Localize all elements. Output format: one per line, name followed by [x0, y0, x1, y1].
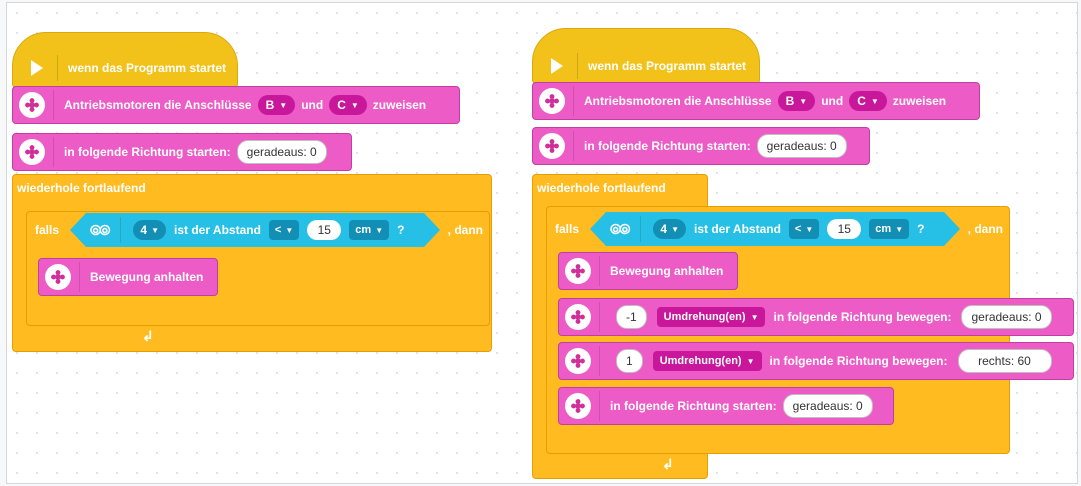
start-moving-label: in folgende Richtung starten: [610, 399, 777, 413]
distance-value-input[interactable]: 15 [827, 219, 861, 239]
rotation-amount-input[interactable]: 1 [616, 349, 643, 373]
rotation-unit-dropdown[interactable]: Umdrehung(en) ▼ [652, 351, 762, 371]
port-dropdown-2[interactable]: C ▼ [849, 91, 887, 111]
port-dropdown-2[interactable]: C ▼ [329, 95, 367, 115]
forever-loop-label: wiederhole fortlaufend [537, 181, 666, 195]
condition-label: ist der Abstand [174, 223, 261, 237]
operator-dropdown[interactable]: < ▼ [789, 219, 819, 239]
move-label: in folgende Richtung bewegen: [773, 310, 952, 324]
sensor-port-dropdown[interactable]: 4 ▼ [653, 219, 686, 239]
unit-dropdown[interactable]: cm ▼ [869, 219, 909, 239]
program-1: wiederhole fortlaufend falls , dann ⦾⦾ 4… [0, 0, 540, 486]
if-then-label: , dann [967, 222, 1003, 236]
start-label: wenn das Programm startet [588, 59, 747, 73]
motor-icon [45, 264, 71, 290]
assign-end-label: zuweisen [892, 94, 947, 108]
operator-dropdown[interactable]: < ▼ [269, 220, 299, 240]
start-moving-block[interactable]: in folgende Richtung starten: geradeaus:… [12, 133, 352, 171]
assign-motors-block[interactable]: Antriebsmotoren die Anschlüsse B ▼ und C ▼… [532, 82, 980, 120]
direction-input[interactable]: geradeaus: 0 [961, 305, 1052, 329]
stop-label: Bewegung anhalten [610, 264, 724, 278]
assign-label: Antriebsmotoren die Anschlüsse [64, 98, 252, 112]
motor-icon [565, 393, 591, 419]
unit-dropdown[interactable]: cm ▼ [349, 220, 389, 240]
stop-moving-block[interactable]: Bewegung anhalten [558, 252, 738, 290]
question-mark: ? [917, 222, 925, 236]
play-icon [31, 60, 43, 76]
direction-input[interactable]: geradeaus: 0 [756, 134, 847, 158]
when-program-starts-block[interactable]: wenn das Programm startet [12, 32, 238, 88]
when-program-starts-block[interactable]: wenn das Programm startet [532, 28, 760, 84]
chevron-down-icon: ▼ [671, 224, 680, 234]
distance-condition[interactable]: ⦾⦾ 4 ▼ ist der Abstand < ▼ 15 cm ▼ ? [70, 213, 440, 247]
if-then-label: , dann [447, 223, 483, 237]
motor-icon [19, 139, 45, 165]
chevron-down-icon: ▼ [151, 225, 160, 235]
start-moving-block[interactable]: in folgende Richtung starten: geradeaus:… [532, 127, 870, 165]
chevron-down-icon: ▼ [805, 224, 814, 234]
motor-icon [565, 258, 591, 284]
chevron-down-icon: ▼ [375, 225, 384, 235]
start-moving-label: in folgende Richtung starten: [584, 139, 751, 153]
motor-icon [565, 348, 591, 374]
chevron-down-icon: ▼ [870, 96, 879, 106]
condition-label: ist der Abstand [694, 222, 781, 236]
if-label: falls [35, 223, 60, 237]
start-label: wenn das Programm startet [68, 61, 227, 75]
forever-loop-label: wiederhole fortlaufend [17, 181, 146, 195]
move-rotations-block-2[interactable]: 1 Umdrehung(en) ▼ in folgende Richtung be… [558, 342, 1074, 380]
sensor-port-dropdown[interactable]: 4 ▼ [133, 220, 166, 240]
chevron-down-icon: ▼ [285, 225, 294, 235]
assign-label: Antriebsmotoren die Anschlüsse [584, 94, 772, 108]
chevron-down-icon: ▼ [746, 356, 755, 366]
motor-icon [565, 304, 591, 330]
rotation-unit-dropdown[interactable]: Umdrehung(en) ▼ [656, 307, 766, 327]
motor-icon [539, 133, 565, 159]
chevron-down-icon: ▼ [750, 312, 759, 322]
direction-input[interactable]: rechts: 60 [957, 349, 1052, 373]
port-dropdown-1[interactable]: B ▼ [777, 91, 816, 111]
and-label: und [821, 94, 844, 108]
motor-icon [539, 88, 565, 114]
ultrasonic-sensor-icon: ⦾⦾ [610, 220, 629, 237]
chevron-down-icon: ▼ [279, 100, 288, 110]
direction-input[interactable]: geradeaus: 0 [236, 140, 327, 164]
move-label: in folgende Richtung bewegen: [769, 354, 948, 368]
distance-value-input[interactable]: 15 [307, 220, 341, 240]
direction-input[interactable]: geradeaus: 0 [782, 394, 873, 418]
port-dropdown-1[interactable]: B ▼ [257, 95, 296, 115]
stop-label: Bewegung anhalten [90, 270, 204, 284]
stop-moving-block[interactable]: Bewegung anhalten [38, 258, 218, 296]
chevron-down-icon: ▼ [799, 96, 808, 106]
start-moving-label: in folgende Richtung starten: [64, 145, 231, 159]
rotation-amount-input[interactable]: -1 [616, 305, 647, 329]
loop-arrow-icon: ↲ [142, 328, 154, 344]
motor-icon [19, 92, 45, 118]
if-label: falls [555, 222, 580, 236]
program-2: wiederhole fortlaufend falls , dann ⦾⦾ 4… [520, 0, 1074, 486]
question-mark: ? [397, 223, 405, 237]
play-icon [551, 58, 563, 74]
move-rotations-block-1[interactable]: -1 Umdrehung(en) ▼ in folgende Richtung b… [558, 298, 1074, 336]
and-label: und [301, 98, 324, 112]
distance-condition[interactable]: ⦾⦾ 4 ▼ ist der Abstand < ▼ 15 cm ▼ ? [590, 212, 960, 246]
chevron-down-icon: ▼ [350, 100, 359, 110]
assign-motors-block[interactable]: Antriebsmotoren die Anschlüsse B ▼ und C ▼… [12, 86, 460, 124]
start-moving-block-inner[interactable]: in folgende Richtung starten: geradeaus:… [558, 387, 894, 425]
assign-end-label: zuweisen [372, 98, 427, 112]
ultrasonic-sensor-icon: ⦾⦾ [90, 221, 109, 238]
chevron-down-icon: ▼ [895, 224, 904, 234]
loop-arrow-icon: ↲ [662, 456, 674, 472]
